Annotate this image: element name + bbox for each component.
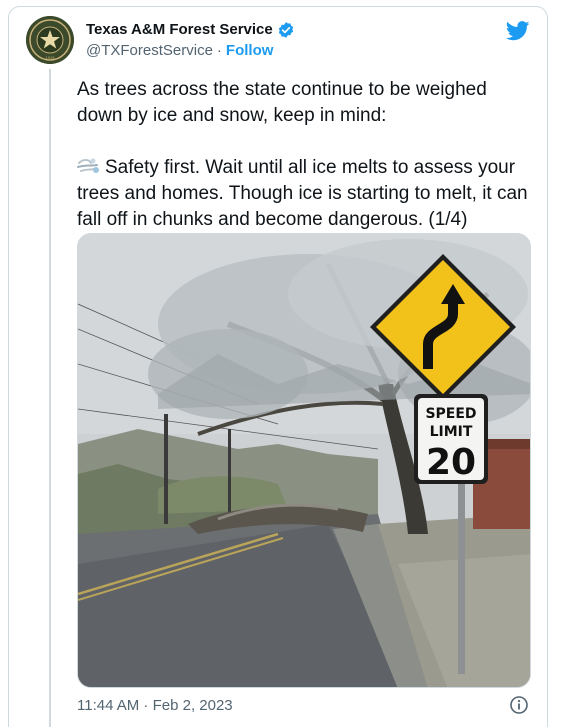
tweet-paragraph-1: As trees across the state continue to be… [77, 79, 487, 126]
follow-button[interactable]: Follow [226, 42, 274, 60]
tweet-timestamp[interactable]: 11:44 AM · Feb 2, 2023 [77, 697, 233, 714]
avatar[interactable]: 1915 [26, 16, 74, 64]
name-row: Texas A&M Forest Service [86, 21, 295, 39]
dashing-wind-emoji-icon [77, 158, 99, 173]
sign-limit-text: LIMIT [430, 424, 473, 440]
seal-icon: 1915 [26, 16, 74, 64]
tweet-text: As trees across the state continue to be… [77, 77, 537, 233]
tweet-header: Texas A&M Forest Service @TXForestServic… [86, 21, 295, 60]
ice-storm-photo: SPEED LIMIT 20 [78, 234, 530, 687]
handle-row: @TXForestService · Follow [86, 42, 295, 60]
tweet-paragraph-2: Safety first. Wait until all ice melts t… [77, 155, 537, 233]
account-name[interactable]: Texas A&M Forest Service [86, 21, 273, 39]
tweet-photo[interactable]: SPEED LIMIT 20 [77, 233, 531, 688]
twitter-bird-icon[interactable] [506, 21, 530, 41]
info-icon[interactable] [509, 695, 529, 715]
separator-dot: · [216, 42, 222, 59]
sign-speed-text: SPEED [425, 406, 476, 422]
verified-badge-icon [278, 22, 293, 38]
thread-line [49, 69, 51, 727]
account-handle[interactable]: @TXForestService [86, 42, 213, 60]
tweet-paragraph-2-text: Safety first. Wait until all ice melts t… [77, 157, 528, 230]
sign-number-text: 20 [426, 442, 476, 483]
seal-year: 1915 [46, 55, 56, 60]
